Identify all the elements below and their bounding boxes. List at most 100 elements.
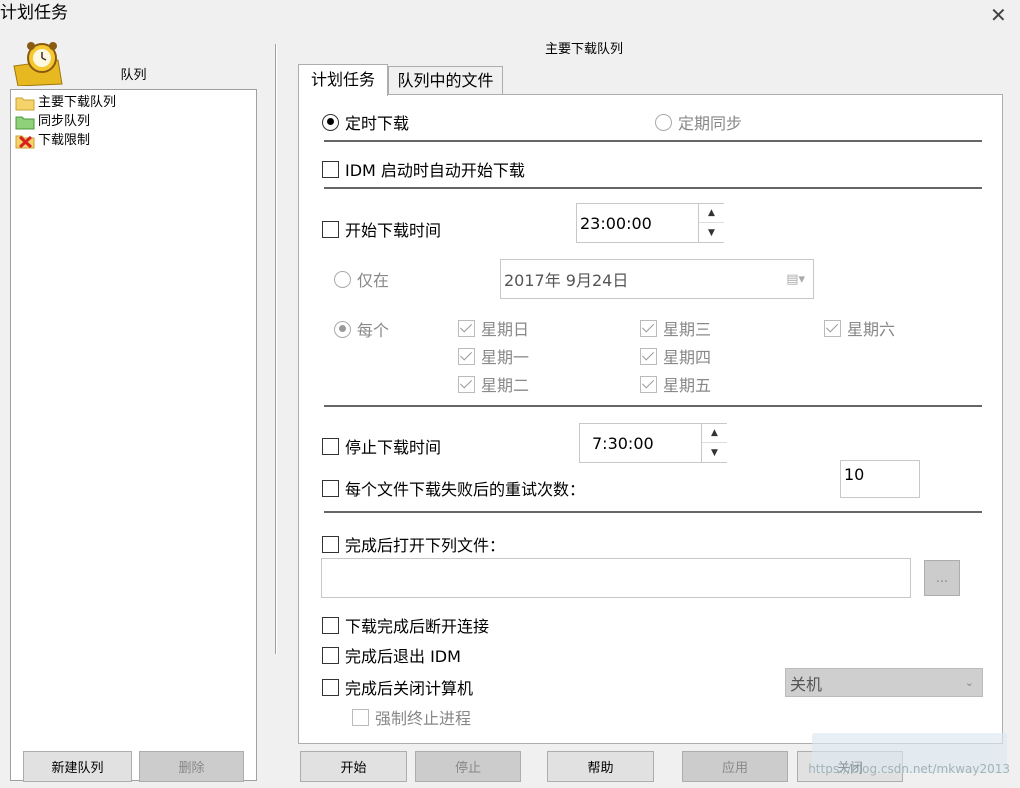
delete-queue-button[interactable]: 删除: [139, 751, 244, 782]
spin-up-icon[interactable]: ▲: [702, 424, 727, 443]
idm-autostart-checkbox[interactable]: IDM 启动时自动开始下载: [322, 157, 525, 181]
shutdown-checkbox[interactable]: 完成后关闭计算机: [322, 675, 473, 699]
checkbox[interactable]: [640, 319, 657, 337]
radio-label: 定期同步: [678, 114, 743, 133]
date-value: 2017年 9月24日: [504, 271, 629, 290]
day-label: 星期六: [847, 320, 896, 339]
retry-count-input[interactable]: 10: [840, 460, 920, 498]
checkbox[interactable]: [458, 375, 475, 393]
checkbox-label: 开始下载时间: [345, 221, 442, 240]
day-checkbox-mon[interactable]: 星期一: [458, 344, 529, 368]
day-label: 星期三: [663, 320, 712, 339]
radio-only-on[interactable]: 仅在: [334, 267, 389, 291]
radio-label: 每个: [357, 321, 390, 340]
radio-button[interactable]: [322, 113, 339, 131]
start-button[interactable]: 开始: [300, 751, 407, 782]
retry-checkbox[interactable]: 每个文件下载失败后的重试次数：: [322, 476, 585, 500]
spin-up-icon[interactable]: ▲: [699, 204, 724, 223]
stop-time-checkbox[interactable]: 停止下载时间: [322, 434, 441, 458]
shutdown-mode-value: 关机: [790, 674, 823, 694]
checkbox[interactable]: [458, 319, 475, 337]
checkbox-label: IDM 启动时自动开始下载: [345, 161, 525, 180]
date-picker[interactable]: 2017年 9月24日 ▤▾: [500, 259, 814, 299]
day-checkbox-sat[interactable]: 星期六: [824, 316, 895, 340]
tab-queue-files[interactable]: 队列中的文件: [388, 66, 503, 95]
checkbox[interactable]: [322, 616, 339, 634]
new-queue-button[interactable]: 新建队列: [23, 751, 132, 782]
radio-every[interactable]: 每个: [334, 317, 389, 341]
start-time-spinner[interactable]: ▲ ▼: [698, 204, 724, 242]
checkbox[interactable]: [824, 319, 841, 337]
radio-sync[interactable]: 定期同步: [655, 110, 742, 134]
shutdown-mode-select[interactable]: 关机 ⌄: [785, 668, 983, 697]
queue-item-limit[interactable]: 下载限制: [15, 132, 90, 150]
day-checkbox-tue[interactable]: 星期二: [458, 372, 529, 396]
checkbox[interactable]: [322, 160, 339, 178]
divider: [324, 511, 982, 513]
queue-item-label: 同步队列: [38, 114, 91, 129]
checkbox[interactable]: [322, 646, 339, 664]
checkbox-label: 停止下载时间: [345, 438, 442, 457]
window-title: 计划任务: [0, 3, 68, 23]
close-icon[interactable]: ✕: [990, 3, 1007, 27]
divider: [324, 140, 982, 142]
day-label: 星期日: [481, 320, 530, 339]
hangup-checkbox[interactable]: 下载完成后断开连接: [322, 613, 489, 637]
queue-tree[interactable]: 主要下载队列 同步队列 下载限制: [10, 89, 257, 781]
tab-schedule[interactable]: 计划任务: [298, 64, 388, 96]
divider: [324, 187, 982, 189]
radio-button[interactable]: [334, 270, 351, 288]
checkbox-label: 完成后退出 IDM: [345, 647, 461, 666]
browse-button[interactable]: ...: [924, 560, 960, 596]
queue-header: 队列: [120, 68, 147, 83]
queue-item-label: 主要下载队列: [38, 95, 117, 110]
folder-green-icon: [15, 114, 35, 130]
checkbox[interactable]: [640, 347, 657, 365]
start-time-value: 23:00:00: [580, 213, 652, 233]
radio-button[interactable]: [655, 113, 672, 131]
stop-time-spinner[interactable]: ▲ ▼: [701, 424, 727, 462]
folder-yellow-icon: [15, 95, 35, 111]
open-file-checkbox[interactable]: 完成后打开下列文件：: [322, 532, 505, 556]
help-button[interactable]: 帮助: [547, 751, 654, 782]
queue-item-sync[interactable]: 同步队列: [15, 113, 90, 131]
apply-button[interactable]: 应用: [682, 751, 788, 782]
day-checkbox-thu[interactable]: 星期四: [640, 344, 711, 368]
folder-red-x-icon: [15, 133, 35, 149]
checkbox-label: 强制终止进程: [375, 709, 472, 728]
checkbox[interactable]: [322, 535, 339, 553]
day-label: 星期四: [663, 348, 712, 367]
spin-down-icon[interactable]: ▼: [699, 223, 724, 242]
day-label: 星期一: [481, 348, 530, 367]
checkbox-label: 每个文件下载失败后的重试次数：: [345, 480, 586, 499]
open-file-path-input[interactable]: [321, 558, 911, 598]
checkbox[interactable]: [352, 708, 369, 726]
checkbox-label: 下载完成后断开连接: [345, 617, 490, 636]
day-checkbox-sun[interactable]: 星期日: [458, 316, 529, 340]
day-checkbox-fri[interactable]: 星期五: [640, 372, 711, 396]
stop-button[interactable]: 停止: [415, 751, 521, 782]
force-kill-checkbox[interactable]: 强制终止进程: [352, 705, 471, 729]
day-checkbox-wed[interactable]: 星期三: [640, 316, 711, 340]
queue-panel: 队列 主要下载队列 同步队列 下载限制: [10, 40, 257, 781]
panel-divider: [275, 44, 277, 654]
radio-button[interactable]: [334, 320, 351, 338]
spin-down-icon[interactable]: ▼: [702, 443, 727, 462]
radio-label: 定时下载: [345, 114, 410, 133]
checkbox[interactable]: [458, 347, 475, 365]
watermark-text: https://blog.csdn.net/mkway2013: [808, 762, 1010, 776]
checkbox[interactable]: [322, 479, 339, 497]
exit-idm-checkbox[interactable]: 完成后退出 IDM: [322, 643, 461, 667]
checkbox[interactable]: [322, 220, 339, 238]
stop-time-value: 7:30:00: [592, 433, 654, 453]
queue-item-label: 下载限制: [38, 133, 91, 148]
start-time-checkbox[interactable]: 开始下载时间: [322, 217, 441, 241]
radio-scheduled[interactable]: 定时下载: [322, 110, 409, 134]
checkbox[interactable]: [640, 375, 657, 393]
checkbox[interactable]: [322, 437, 339, 455]
panel-title: 主要下载队列: [544, 42, 623, 57]
queue-item-main[interactable]: 主要下载队列: [15, 94, 116, 112]
checkbox[interactable]: [322, 678, 339, 696]
calendar-dropdown-icon[interactable]: ▤▾: [786, 272, 805, 287]
day-label: 星期二: [481, 376, 530, 395]
